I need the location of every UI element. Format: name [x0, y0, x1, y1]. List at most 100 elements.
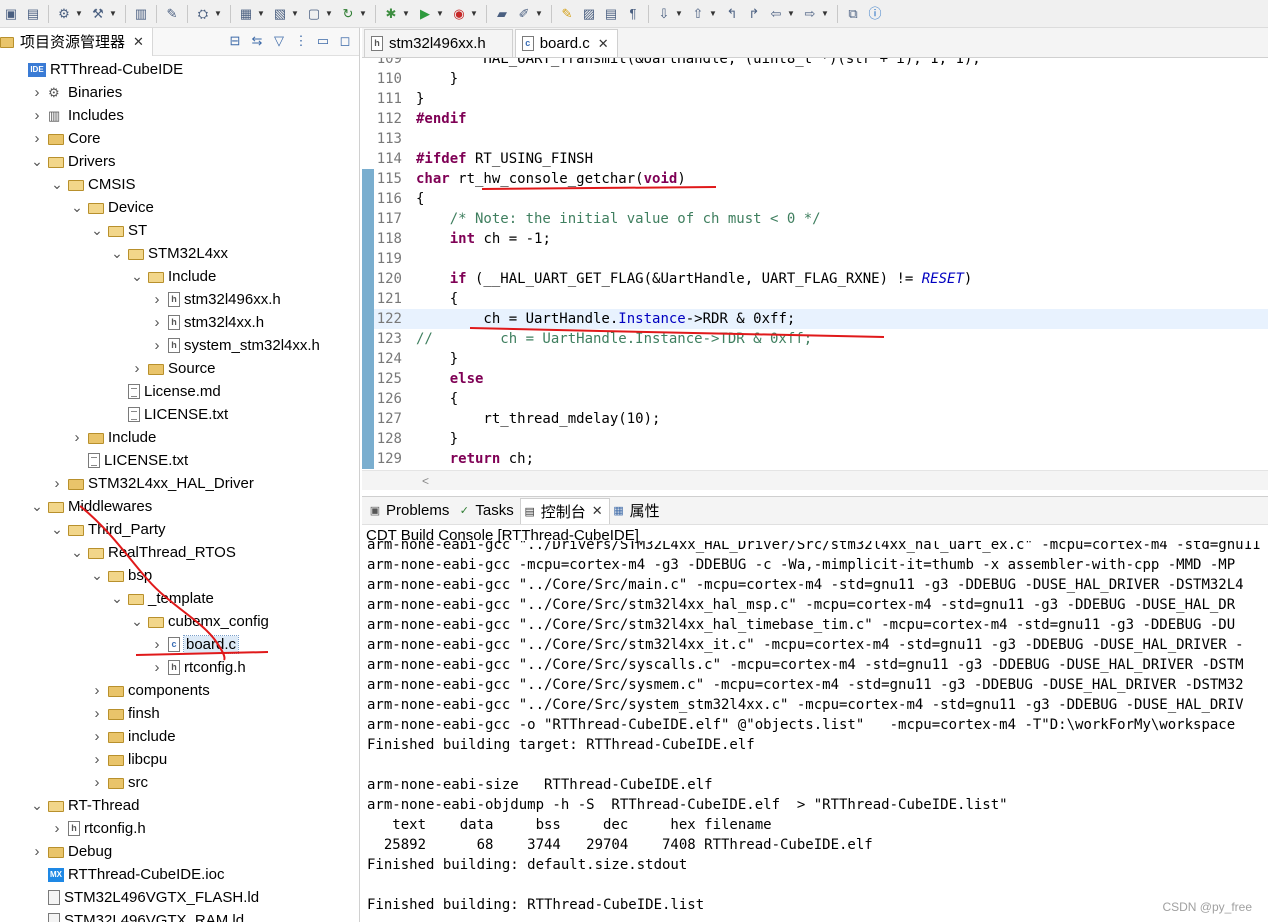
dropdown-arrow-icon[interactable]: ▼	[325, 5, 333, 23]
collapse-all-icon[interactable]: ⊟	[227, 32, 243, 50]
tree-item[interactable]: ⌄ RealThread_RTOS	[70, 541, 236, 564]
forward-icon[interactable]: ⇨	[801, 5, 819, 23]
tree-item[interactable]: › h rtconfig.h	[150, 656, 246, 679]
dropdown-arrow-icon[interactable]: ▼	[402, 5, 410, 23]
dropdown-arrow-icon[interactable]: ▼	[257, 5, 265, 23]
chevron-right-icon[interactable]: ›	[90, 728, 104, 745]
chevron-right-icon[interactable]: ›	[90, 751, 104, 768]
view-menu-icon[interactable]: ⋮	[293, 32, 309, 50]
link-editor-icon[interactable]: ⇆	[249, 32, 265, 50]
tree-item[interactable]: ⌄ ST	[90, 219, 147, 242]
dropdown-arrow-icon[interactable]: ▼	[675, 5, 683, 23]
close-icon[interactable]: ✕	[598, 36, 609, 52]
code-line[interactable]: 118 int ch = -1;	[362, 229, 1268, 249]
settings-icon[interactable]: ⚙	[55, 5, 73, 23]
chevron-down-icon[interactable]: ⌄	[30, 498, 44, 515]
tree-item[interactable]: ⌄ Device	[70, 196, 154, 219]
editor-tab[interactable]: h stm32l496xx.h	[364, 29, 513, 57]
tree-item[interactable]: › libcpu	[90, 748, 168, 771]
chevron-right-icon[interactable]: ›	[130, 360, 144, 377]
chevron-down-icon[interactable]: ⌄	[130, 613, 144, 630]
chevron-right-icon[interactable]: ›	[150, 337, 164, 354]
chevron-right-icon[interactable]: ›	[90, 705, 104, 722]
chevron-down-icon[interactable]: ⌄	[70, 199, 84, 216]
tree-item[interactable]: ⌄ Drivers	[30, 150, 115, 173]
debug-icon[interactable]: ⛭	[194, 5, 212, 23]
stop-icon[interactable]: ◉	[450, 5, 468, 23]
tree-item[interactable]: ⌄ _template	[110, 587, 214, 610]
dropdown-arrow-icon[interactable]: ▼	[470, 5, 478, 23]
chevron-down-icon[interactable]: ⌄	[50, 176, 64, 193]
tree-item[interactable]: › h stm32l4xx.h	[150, 311, 265, 334]
save-all-icon[interactable]: ▤	[24, 5, 42, 23]
minimize-icon[interactable]: ▭	[315, 32, 331, 50]
dropdown-arrow-icon[interactable]: ▼	[709, 5, 717, 23]
chevron-down-icon[interactable]: ⌄	[90, 222, 104, 239]
back-icon[interactable]: ⇦	[767, 5, 785, 23]
console-tab[interactable]: ▦ 属性	[610, 498, 666, 524]
chevron-right-icon[interactable]: ›	[50, 820, 64, 837]
new-project-icon[interactable]: ▦	[237, 5, 255, 23]
chevron-right-icon[interactable]: ›	[30, 843, 44, 860]
chevron-right-icon[interactable]: ›	[30, 84, 44, 101]
chevron-down-icon[interactable]: ⌄	[110, 590, 124, 607]
tree-item[interactable]: ⌄ CMSIS	[50, 173, 135, 196]
code-line[interactable]: 122 ch = UartHandle.Instance->RDR & 0xff…	[362, 309, 1268, 329]
tree-item[interactable]: ⌄ cubemx_config	[130, 610, 269, 633]
save-icon[interactable]: ▣	[2, 5, 20, 23]
code-line[interactable]: 128 }	[362, 429, 1268, 449]
chevron-down-icon[interactable]: ⌄	[70, 544, 84, 561]
tree-item[interactable]: › h stm32l496xx.h	[150, 288, 281, 311]
info-icon[interactable]: ⓘ	[866, 5, 884, 23]
code-line[interactable]: 116{	[362, 189, 1268, 209]
chevron-right-icon[interactable]: ›	[90, 774, 104, 791]
tree-item[interactable]: › Include	[70, 426, 157, 449]
tree-item[interactable]: IDE RTThread-CubeIDE	[10, 58, 183, 81]
tree-item[interactable]: STM32L496VGTX_RAM.ld	[30, 909, 244, 922]
code-line[interactable]: 127 rt_thread_mdelay(10);	[362, 409, 1268, 429]
dropdown-arrow-icon[interactable]: ▼	[821, 5, 829, 23]
tree-item[interactable]: STM32L496VGTX_FLASH.ld	[30, 886, 259, 909]
new-file-icon[interactable]: ▢	[305, 5, 323, 23]
pen-icon[interactable]: ✐	[515, 5, 533, 23]
maximize-icon[interactable]: ◻	[337, 32, 353, 50]
tree-item[interactable]: ⌄ Include	[130, 265, 216, 288]
code-line[interactable]: 125 else	[362, 369, 1268, 389]
chevron-right-icon[interactable]: ›	[90, 682, 104, 699]
tree-item[interactable]: MX RTThread-CubeIDE.ioc	[30, 863, 224, 886]
next-annotation-icon[interactable]: ⇩	[655, 5, 673, 23]
tree-item[interactable]: › components	[90, 679, 210, 702]
dropdown-arrow-icon[interactable]: ▼	[787, 5, 795, 23]
tree-item[interactable]: › Source	[130, 357, 216, 380]
prev-annotation-icon[interactable]: ⇧	[689, 5, 707, 23]
code-line[interactable]: 129 return ch;	[362, 449, 1268, 469]
code-line[interactable]: 115 char rt_hw_console_getchar(void)	[362, 169, 1268, 189]
chevron-right-icon[interactable]: ›	[150, 314, 164, 331]
close-icon[interactable]: ✕	[133, 34, 144, 50]
tree-item[interactable]: License.md	[110, 380, 221, 403]
tree-item[interactable]: ⌄ bsp	[90, 564, 152, 587]
chevron-down-icon[interactable]: ⌄	[30, 797, 44, 814]
chevron-right-icon[interactable]: ›	[150, 659, 164, 676]
code-line[interactable]: 111}	[362, 89, 1268, 109]
tree-item[interactable]: › STM32L4xx_HAL_Driver	[50, 472, 254, 495]
console-output[interactable]: arm-none-eabi-gcc "../Drivers/STM32L4xx_…	[362, 541, 1268, 922]
tree-item[interactable]: › Core	[30, 127, 101, 150]
code-line[interactable]: 109 HAL_UART_Transmit(&UartHandle, (uint…	[362, 58, 1268, 69]
refresh-icon[interactable]: ↻	[339, 5, 357, 23]
console-tab[interactable]: ✓ Tasks	[455, 498, 519, 524]
chevron-down-icon[interactable]: ⌄	[90, 567, 104, 584]
tree-item[interactable]: ⌄ RT-Thread	[30, 794, 139, 817]
code-line[interactable]: 117 /* Note: the initial value of ch mus…	[362, 209, 1268, 229]
paragraph-icon[interactable]: ¶	[624, 5, 642, 23]
open-icon[interactable]: ▧	[271, 5, 289, 23]
forward-edit-icon[interactable]: ↱	[745, 5, 763, 23]
code-line[interactable]: 120 if (__HAL_UART_GET_FLAG(&UartHandle,…	[362, 269, 1268, 289]
chevron-right-icon[interactable]: ›	[150, 636, 164, 653]
code-line[interactable]: 112 #endif	[362, 109, 1268, 129]
run-icon[interactable]: ▶	[416, 5, 434, 23]
tab-project-explorer[interactable]: 项目资源管理器 ✕	[0, 28, 153, 56]
close-icon[interactable]: ✕	[592, 503, 603, 519]
chevron-right-icon[interactable]: ›	[70, 429, 84, 446]
chevron-right-icon[interactable]: ›	[150, 291, 164, 308]
